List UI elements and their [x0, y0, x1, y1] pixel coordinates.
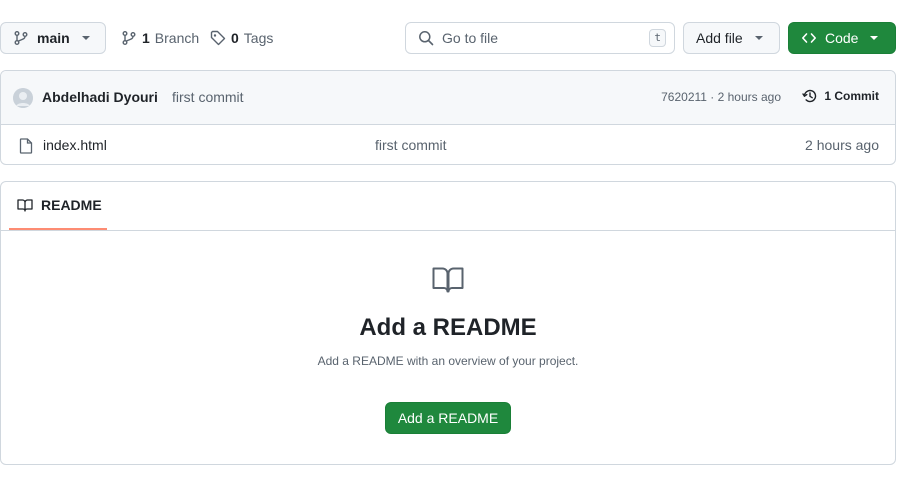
chevron-down-icon: [81, 36, 90, 40]
add-file-label: Add file: [696, 30, 743, 46]
avatar[interactable]: [13, 88, 33, 108]
history-icon: [802, 88, 818, 104]
commit-message[interactable]: first commit: [172, 89, 244, 105]
branch-name: main: [37, 30, 70, 46]
branch-selector-button[interactable]: main: [0, 22, 106, 54]
commits-count-label: 1 Commit: [824, 89, 879, 103]
tag-icon: [210, 30, 226, 46]
tags-label: Tags: [243, 30, 274, 46]
code-label: Code: [825, 30, 859, 46]
file-list-box: Abdelhadi Dyouri first commit 7620211 · …: [0, 70, 896, 165]
add-file-button[interactable]: Add file: [683, 22, 780, 54]
commit-author[interactable]: Abdelhadi Dyouri: [42, 89, 158, 105]
readme-tab-bar: README: [1, 182, 895, 231]
chevron-down-icon: [754, 36, 763, 40]
book-icon: [432, 266, 464, 294]
tab-readme[interactable]: README: [9, 182, 107, 230]
readme-empty-state: Add a README Add a README with an overvi…: [1, 266, 895, 434]
git-branch-icon: [13, 30, 29, 46]
branches-link[interactable]: 1 Branch: [121, 22, 199, 54]
search-icon: [418, 30, 434, 46]
go-to-file-placeholder: Go to file: [442, 30, 499, 46]
go-to-file-input[interactable]: Go to file t: [405, 22, 675, 54]
code-icon: [801, 30, 817, 46]
latest-commit-row: Abdelhadi Dyouri first commit 7620211 · …: [1, 71, 895, 125]
branches-count: 1: [142, 30, 150, 46]
file-name-link[interactable]: index.html: [43, 137, 107, 153]
commits-history-link[interactable]: 1 Commit: [802, 88, 879, 104]
chevron-down-icon: [870, 36, 879, 40]
readme-empty-title: Add a README: [359, 314, 537, 341]
file-commit-message[interactable]: first commit: [375, 137, 447, 153]
table-row[interactable]: index.html first commit 2 hours ago: [1, 125, 895, 164]
file-age: 2 hours ago: [805, 137, 879, 153]
file-icon: [19, 138, 33, 154]
book-icon: [17, 197, 33, 213]
readme-box: README Add a README Add a README with an…: [0, 181, 896, 465]
tab-readme-label: README: [41, 197, 102, 213]
keyboard-shortcut-hint: t: [649, 29, 666, 47]
tags-count: 0: [231, 30, 239, 46]
git-branch-icon: [121, 30, 137, 46]
commit-hash-time[interactable]: 7620211 · 2 hours ago: [661, 90, 781, 104]
add-readme-button[interactable]: Add a README: [384, 402, 512, 434]
code-button[interactable]: Code: [788, 22, 896, 54]
readme-empty-description: Add a README with an overview of your pr…: [317, 354, 579, 368]
tags-link[interactable]: 0 Tags: [210, 22, 273, 54]
branches-label: Branch: [154, 30, 200, 46]
